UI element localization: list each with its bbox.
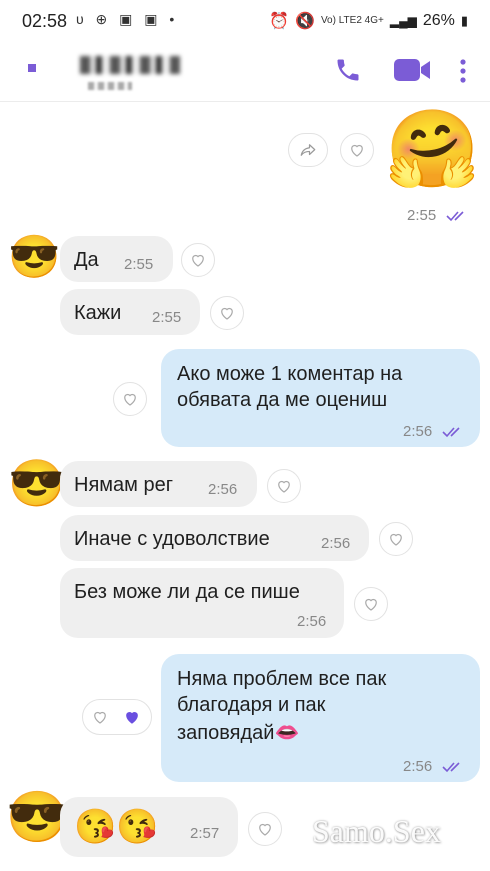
incoming-message[interactable]: Иначе с удоволствие 2:56 <box>60 515 369 561</box>
more-options-icon[interactable] <box>456 58 470 84</box>
message-text: Нямам рег <box>74 474 173 496</box>
battery-level: 26% <box>422 12 455 29</box>
like-button[interactable] <box>113 382 147 416</box>
chat-header <box>0 40 490 102</box>
message-time: 2:56 <box>321 535 351 552</box>
message-text: Иначе с удоволствие <box>74 528 270 550</box>
like-button[interactable] <box>379 522 413 556</box>
like-button[interactable] <box>181 243 215 277</box>
status-notification-icons: υ ⊕ ▣ ▣ • <box>76 11 179 27</box>
read-ticks-icon <box>442 762 460 773</box>
incoming-message[interactable]: Нямам рег 2:56 <box>60 461 257 507</box>
message-text: Без може ли да се пише <box>74 581 300 603</box>
like-button[interactable] <box>210 296 244 330</box>
status-bar: 02:58 υ ⊕ ▣ ▣ • ⏰ 🔇 Vo) LTE2 4G+ ▂▄▆ 26%… <box>0 0 490 40</box>
mute-icon: 🔇 <box>295 13 315 30</box>
message-text: Кажи <box>74 302 122 324</box>
message-text: 😘😘 <box>74 808 159 846</box>
heart-outline-icon <box>124 393 136 406</box>
phone-call-icon[interactable] <box>334 56 362 84</box>
incoming-message[interactable]: Да 2:55 <box>60 236 173 282</box>
read-ticks-icon <box>446 211 464 222</box>
incoming-message[interactable]: Кажи 2:55 <box>60 289 200 335</box>
heart-outline-icon <box>390 533 402 546</box>
message-time: 2:56 <box>208 481 238 498</box>
heart-outline-icon <box>365 598 377 611</box>
contact-name[interactable] <box>80 56 180 74</box>
like-button[interactable] <box>354 587 388 621</box>
message-list[interactable]: 🤗 2:55 😎 Да 2:55 Кажи 2:55 Ако може 1 ко… <box>0 103 490 871</box>
back-icon[interactable] <box>28 64 36 72</box>
like-button[interactable] <box>248 812 282 846</box>
like-button[interactable] <box>340 133 374 167</box>
message-text-line: обявата да ме оцениш <box>177 389 388 411</box>
network-indicator: Vo) LTE2 4G+ <box>320 15 384 26</box>
video-call-icon[interactable] <box>392 56 432 84</box>
heart-outline-icon <box>278 480 290 493</box>
incoming-message[interactable]: 😘😘 2:57 <box>60 797 238 857</box>
message-time: 2:55 <box>407 207 468 224</box>
message-text-line: благодаря и пак <box>177 694 326 716</box>
message-time: 2:57 <box>190 825 220 842</box>
message-text-line: Няма проблем все пак <box>177 668 387 690</box>
forward-icon <box>300 144 316 156</box>
heart-outline-icon <box>192 254 204 267</box>
heart-outline-icon <box>221 307 233 320</box>
contact-status <box>88 82 132 90</box>
message-time: 2:55 <box>124 256 154 273</box>
signal-icon: ▂▄▆ <box>389 14 417 28</box>
sticker-hugging-face[interactable]: 🤗 <box>385 105 480 195</box>
heart-outline-icon[interactable] <box>91 708 109 726</box>
incoming-message[interactable]: Без може ли да се пише 2:56 <box>60 568 344 638</box>
heart-filled-icon[interactable] <box>121 707 143 727</box>
status-time: 02:58 <box>22 11 68 31</box>
watermark: Samo.Sex <box>312 813 441 849</box>
contact-avatar[interactable]: 😎 <box>8 457 65 509</box>
contact-avatar[interactable]: 😎 <box>8 233 60 281</box>
status-right: ⏰ 🔇 Vo) LTE2 4G+ ▂▄▆ 26% ▮ <box>269 11 468 31</box>
message-text: Да <box>74 249 99 271</box>
message-text-line: заповядай👄 <box>177 722 300 744</box>
read-ticks-icon <box>442 427 460 438</box>
outgoing-message[interactable]: Ако може 1 коментар на обявата да ме оце… <box>161 349 480 447</box>
message-time: 2:56 <box>297 613 327 630</box>
forward-button[interactable] <box>288 133 328 167</box>
reaction-bar[interactable] <box>82 699 152 735</box>
heart-outline-icon <box>259 823 271 836</box>
message-text-line: Ако може 1 коментар на <box>177 363 403 385</box>
alarm-icon: ⏰ <box>269 13 290 30</box>
contact-avatar[interactable]: 😎 <box>6 789 68 845</box>
heart-outline-icon <box>351 144 363 157</box>
message-time: 2:56 <box>403 419 464 445</box>
message-time: 2:55 <box>152 309 182 326</box>
battery-icon: ▮ <box>460 13 468 28</box>
outgoing-message[interactable]: Няма проблем все пак благодаря и пак зап… <box>161 654 480 782</box>
message-time: 2:56 <box>403 754 464 780</box>
like-button[interactable] <box>267 469 301 503</box>
chat-screen: 02:58 υ ⊕ ▣ ▣ • ⏰ 🔇 Vo) LTE2 4G+ ▂▄▆ 26%… <box>0 0 490 871</box>
